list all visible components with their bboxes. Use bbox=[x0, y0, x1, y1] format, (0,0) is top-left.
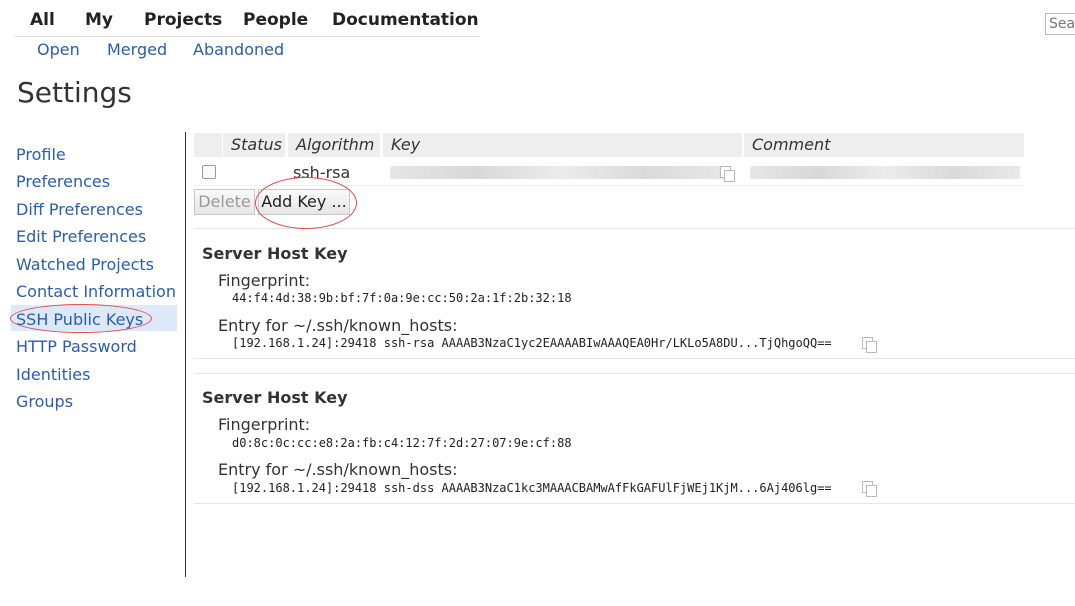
server-host-key-title: Server Host Key bbox=[202, 244, 348, 263]
search-input[interactable]: Sea bbox=[1045, 13, 1075, 35]
server-host-key-title: Server Host Key bbox=[202, 388, 348, 407]
sub-nav: Open Merged Abandoned bbox=[0, 40, 480, 62]
top-nav-projects[interactable]: Projects bbox=[144, 10, 222, 30]
row-select-checkbox[interactable] bbox=[202, 165, 216, 179]
column-header-select bbox=[194, 133, 222, 157]
column-header-key: Key bbox=[383, 133, 742, 157]
fingerprint-label: Fingerprint: bbox=[218, 271, 311, 290]
sub-nav-abandoned[interactable]: Abandoned bbox=[193, 40, 284, 59]
sidebar-divider bbox=[185, 132, 186, 577]
section-divider bbox=[194, 228, 1075, 229]
sidebar-item-preferences[interactable]: Preferences bbox=[16, 172, 110, 191]
table-row: ssh-rsa bbox=[194, 160, 1024, 186]
redacted-key bbox=[390, 166, 730, 179]
page-title: Settings bbox=[17, 76, 132, 109]
key-algorithm: ssh-rsa bbox=[293, 163, 351, 182]
sidebar-item-http-password[interactable]: HTTP Password bbox=[16, 337, 137, 356]
redacted-comment bbox=[750, 166, 1020, 179]
known-hosts-entry: [192.168.1.24]:29418 ssh-rsa AAAAB3NzaC1… bbox=[232, 336, 832, 350]
sidebar-item-contact-information[interactable]: Contact Information bbox=[16, 282, 176, 301]
delete-button[interactable]: Delete bbox=[194, 189, 255, 215]
sidebar-item-edit-preferences[interactable]: Edit Preferences bbox=[16, 227, 146, 246]
known-hosts-label: Entry for ~/.ssh/known_hosts: bbox=[218, 460, 458, 479]
copy-icon[interactable] bbox=[720, 166, 735, 182]
fingerprint-value: d0:8c:0c:cc:e8:2a:fb:c4:12:7f:2d:27:07:9… bbox=[232, 436, 572, 450]
section-divider bbox=[194, 358, 1075, 359]
top-nav: All My Projects People Documentation bbox=[14, 0, 480, 37]
sidebar-item-profile[interactable]: Profile bbox=[16, 145, 66, 164]
top-nav-my[interactable]: My bbox=[85, 10, 113, 30]
add-key-button[interactable]: Add Key ... bbox=[258, 189, 350, 215]
column-header-comment: Comment bbox=[744, 133, 1024, 157]
sidebar-item-diff-preferences[interactable]: Diff Preferences bbox=[16, 200, 143, 219]
column-header-algorithm: Algorithm bbox=[288, 133, 380, 157]
sub-nav-open[interactable]: Open bbox=[37, 40, 80, 59]
column-header-status: Status bbox=[223, 133, 285, 157]
known-hosts-label: Entry for ~/.ssh/known_hosts: bbox=[218, 316, 458, 335]
copy-icon[interactable] bbox=[862, 481, 877, 497]
sub-nav-merged[interactable]: Merged bbox=[107, 40, 167, 59]
fingerprint-label: Fingerprint: bbox=[218, 415, 311, 434]
sidebar-item-groups[interactable]: Groups bbox=[16, 392, 73, 411]
fingerprint-value: 44:f4:4d:38:9b:bf:7f:0a:9e:cc:50:2a:1f:2… bbox=[232, 291, 572, 305]
sidebar-item-watched-projects[interactable]: Watched Projects bbox=[16, 255, 154, 274]
known-hosts-entry: [192.168.1.24]:29418 ssh-dss AAAAB3NzaC1… bbox=[232, 481, 832, 495]
sidebar-item-identities[interactable]: Identities bbox=[16, 365, 90, 384]
section-divider bbox=[194, 373, 1075, 374]
top-nav-documentation[interactable]: Documentation bbox=[332, 10, 479, 30]
top-nav-people[interactable]: People bbox=[243, 10, 308, 30]
sidebar-item-ssh-public-keys[interactable]: SSH Public Keys bbox=[16, 310, 143, 329]
copy-icon[interactable] bbox=[862, 337, 877, 353]
section-divider bbox=[194, 503, 1075, 504]
top-nav-all[interactable]: All bbox=[30, 10, 55, 30]
